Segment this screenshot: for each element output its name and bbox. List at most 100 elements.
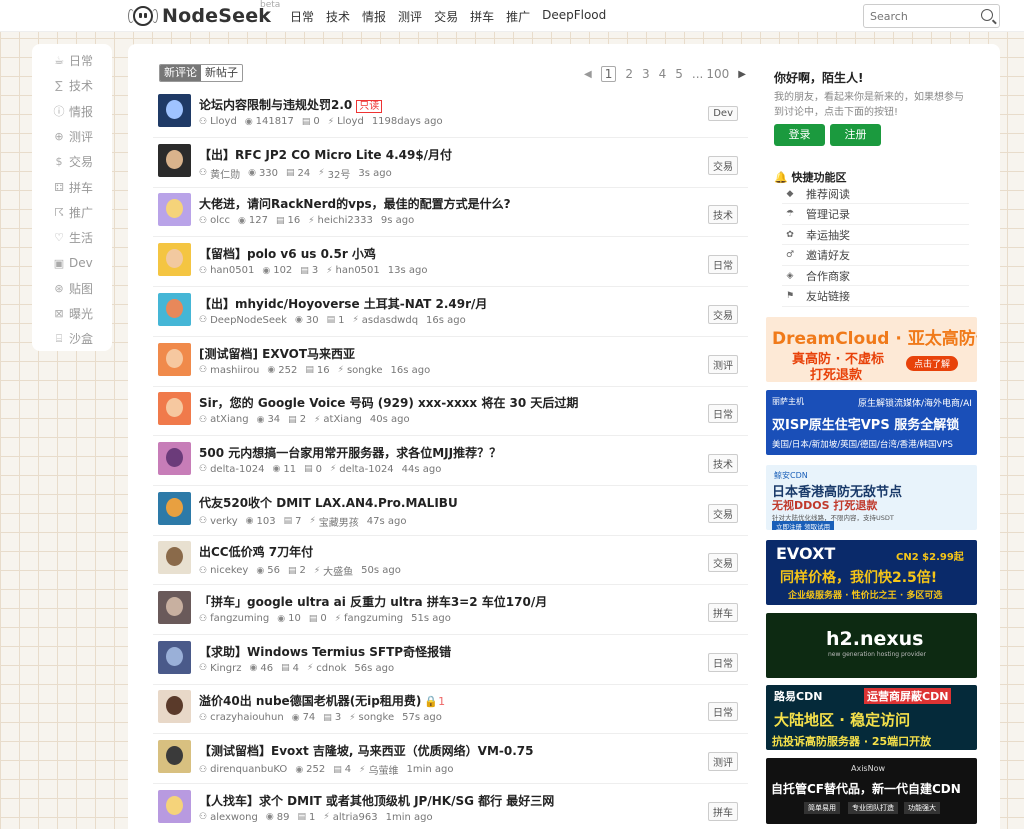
ad-banner[interactable]: 鲸安CDN 日本香港高防无敌节点 无视DDOS 打死退款 针对大陆优化线路，不限内容，…	[766, 465, 977, 530]
ad-banner[interactable]: AxisNow 自托管CF替代品，新一代自建CDN 简单易用 专业团队打造 功能强大	[766, 758, 977, 824]
category-tag[interactable]: 交易	[708, 553, 738, 573]
avatar[interactable]	[158, 491, 191, 525]
sidebar-item[interactable]: ⌸ 沙盒	[32, 326, 112, 351]
avatar[interactable]	[158, 342, 191, 376]
quick-action-item[interactable]: ⚑ 友站链接	[782, 287, 969, 307]
meta-author[interactable]: ⚇ fangzuming	[199, 613, 269, 624]
page-link[interactable]: 4	[659, 67, 667, 81]
category-tag[interactable]: Dev	[708, 106, 738, 121]
avatar[interactable]	[158, 591, 191, 624]
post-title[interactable]: 【求助】Windows Termius SFTP奇怪报错	[199, 643, 451, 660]
post-title[interactable]: 500 元内想搞一台家用常开服务器，求各位MJJ推荐？？	[199, 444, 501, 461]
login-button[interactable]: 登录	[774, 124, 825, 146]
register-button[interactable]: 注册	[830, 124, 881, 146]
meta-author[interactable]: ⚇ han0501	[199, 265, 254, 276]
category-tag[interactable]: 日常	[708, 702, 738, 722]
ad-banner[interactable]: DreamCloud · 亚太高防云 真高防 · 不虚标 打死退款 点击了解	[766, 317, 977, 382]
nav-review[interactable]: 测评	[398, 8, 422, 25]
meta-last[interactable]: ⚡ songke	[349, 712, 394, 723]
nav-deepflood[interactable]: DeepFlood	[542, 8, 606, 25]
ad-banner[interactable]: h2.nexus new generation hosting provider	[766, 613, 977, 678]
quick-action-item[interactable]: ☂ 管理记录	[782, 205, 969, 225]
page-link[interactable]: 5	[675, 67, 683, 81]
search-icon[interactable]	[981, 9, 993, 21]
category-tag[interactable]: 拼车	[708, 801, 738, 821]
avatar[interactable]	[158, 392, 191, 426]
quick-action-item[interactable]: ✿ 幸运抽奖	[782, 225, 969, 245]
category-tag[interactable]: 测评	[708, 354, 738, 374]
meta-author[interactable]: ⚇ crazyhaiouhun	[199, 712, 284, 723]
next-page-icon[interactable]: ▶	[738, 69, 746, 80]
category-tag[interactable]: 拼车	[708, 603, 738, 622]
avatar[interactable]	[158, 690, 191, 724]
nav-tech[interactable]: 技术	[326, 8, 350, 25]
avatar[interactable]	[158, 94, 191, 127]
nav-info[interactable]: 情报	[362, 8, 386, 25]
meta-last[interactable]: ⚡ delta-1024	[330, 464, 394, 475]
avatar[interactable]	[158, 789, 191, 823]
sidebar-item[interactable]: ♡ 生活	[32, 225, 112, 250]
category-tag[interactable]: 交易	[708, 155, 738, 175]
post-title[interactable]: 出CC低价鸡 7刀年付	[199, 543, 313, 560]
avatar[interactable]	[158, 640, 191, 674]
meta-last[interactable]: ⚡ heichi2333	[308, 215, 373, 226]
category-tag[interactable]: 交易	[708, 503, 738, 523]
avatar[interactable]	[158, 292, 191, 326]
sidebar-item[interactable]: ⚃ 拼车	[32, 174, 112, 199]
page-last[interactable]: 100	[706, 67, 729, 81]
post-title[interactable]: 【出】RFC JP2 CO Micro Lite 4.49$/月付	[199, 146, 452, 163]
meta-last[interactable]: ⚡ 宝藏男孩	[309, 514, 358, 529]
meta-last[interactable]: ⚡ altria963	[323, 812, 377, 823]
category-tag[interactable]: 日常	[708, 404, 738, 424]
quick-action-item[interactable]: ◈ 合作商家	[782, 266, 969, 286]
avatar[interactable]	[158, 243, 191, 277]
category-tag[interactable]: 日常	[708, 652, 738, 672]
category-tag[interactable]: 日常	[708, 255, 738, 275]
ad-banner[interactable]: EVOXT CN2 $2.99起 同样价格，我们快2.5倍! 企业级服务器 · 性价比…	[766, 540, 977, 605]
sidebar-item[interactable]: ⊕ 测评	[32, 124, 112, 149]
meta-author[interactable]: ⚇ direnquanbuKO	[199, 762, 287, 777]
quick-action-item[interactable]: ◆ 推荐阅读	[782, 184, 969, 204]
avatar[interactable]	[158, 541, 191, 575]
meta-author[interactable]: ⚇ alexwong	[199, 812, 258, 823]
meta-author[interactable]: ⚇ mashiirou	[199, 365, 259, 376]
avatar[interactable]	[158, 143, 191, 177]
meta-last[interactable]: ⚡ 大盛鱼	[314, 563, 353, 579]
sidebar-item[interactable]: ☈ 推广	[32, 200, 112, 225]
meta-author[interactable]: ⚇ nicekey	[199, 563, 248, 578]
avatar[interactable]	[158, 193, 191, 227]
meta-last[interactable]: ⚡ songke	[338, 365, 383, 376]
nav-daily[interactable]: 日常	[290, 8, 314, 25]
post-title[interactable]: 【人找车】求个 DMIT 或者其他顶级机 JP/HK/SG 都行 最好三网	[199, 792, 554, 809]
meta-author[interactable]: ⚇ verky	[199, 514, 238, 529]
meta-last[interactable]: ⚡ han0501	[326, 265, 380, 276]
meta-author[interactable]: ⚇ 黄仁勋	[199, 166, 240, 181]
meta-author[interactable]: ⚇ olcc	[199, 215, 230, 226]
meta-author[interactable]: ⚇ atXiang	[199, 414, 249, 425]
post-title[interactable]: [测试留档] EXVOT马来西亚	[199, 345, 355, 362]
prev-page-icon[interactable]: ◀	[584, 69, 592, 80]
sidebar-item[interactable]: ⓘ 情报	[32, 99, 112, 124]
sidebar-item[interactable]: ☕ 日常	[32, 48, 112, 73]
ad-banner[interactable]: 丽萨主机 原生解锁流媒体/海外电商/AI 双ISP原生住宅VPS 服务全解锁 美国/日…	[766, 390, 977, 455]
meta-author[interactable]: ⚇ Kingrz	[199, 663, 241, 674]
meta-author[interactable]: ⚇ DeepNodeSeek	[199, 315, 287, 326]
search-input[interactable]	[864, 5, 974, 27]
post-title[interactable]: 大佬进，请问RackNerd的vps，最佳的配置方式是什么?	[199, 195, 511, 212]
category-tag[interactable]: 交易	[708, 304, 738, 324]
post-title[interactable]: Sir，您的 Google Voice 号码 (929) xxx-xxxx 将在…	[199, 394, 578, 411]
meta-last[interactable]: ⚡ atXiang	[314, 414, 362, 425]
meta-last[interactable]: ⚡ fangzuming	[335, 613, 403, 624]
post-title[interactable]: 【测试留档】Evoxt 吉隆坡, 马来西亚（优质网络）VM-0.75	[199, 742, 533, 759]
page-link[interactable]: 2	[625, 67, 633, 81]
meta-last[interactable]: ⚡ Lloyd	[328, 116, 364, 127]
sidebar-item[interactable]: ▣ Dev	[32, 250, 112, 275]
meta-last[interactable]: ⚡ 乌萤维	[359, 762, 398, 778]
sidebar-item[interactable]: ⊛ 贴图	[32, 276, 112, 301]
nav-carpool[interactable]: 拼车	[470, 8, 494, 25]
ad-banner[interactable]: 路易CDN 运营商屏蔽CDN 大陆地区 · 稳定访问 抗投诉高防服务器 · 25端口开…	[766, 685, 977, 750]
nav-promo[interactable]: 推广	[506, 8, 530, 25]
category-tag[interactable]: 测评	[708, 752, 738, 772]
page-current[interactable]: 1	[600, 66, 617, 82]
category-tag[interactable]: 技术	[708, 205, 738, 225]
